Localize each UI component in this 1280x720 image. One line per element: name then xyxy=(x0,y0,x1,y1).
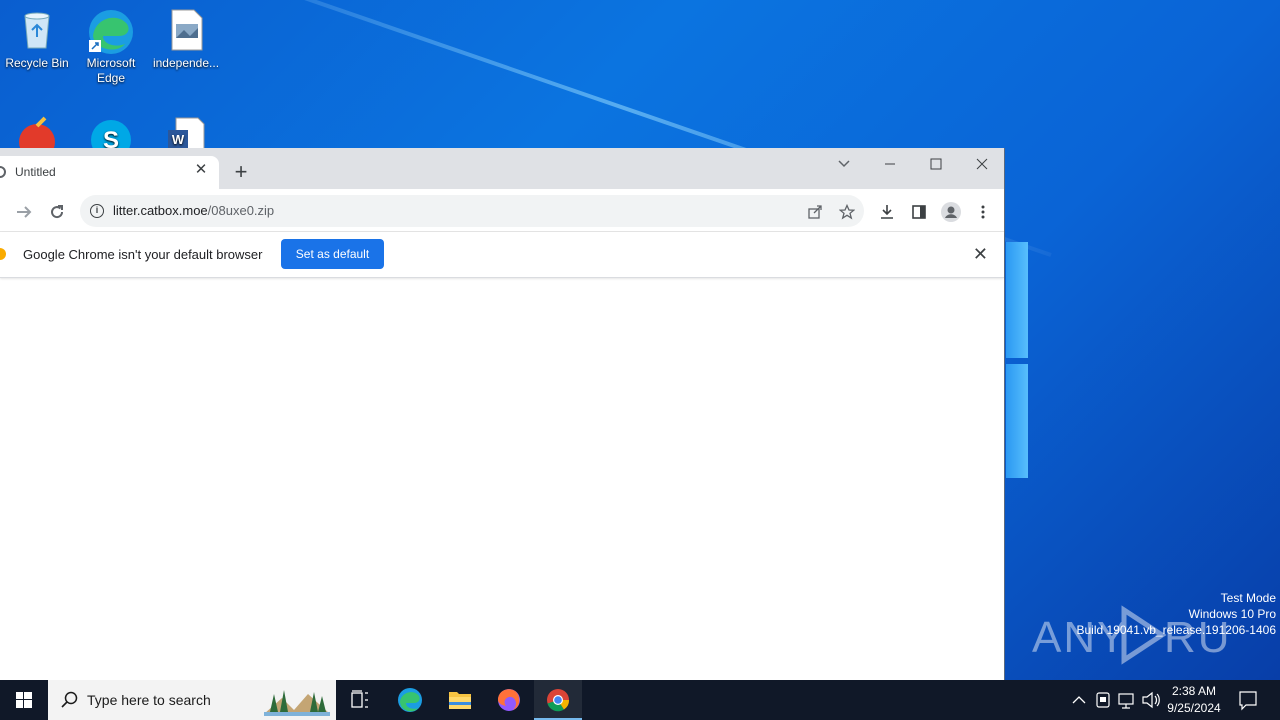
task-view-icon xyxy=(351,690,368,708)
edge-icon xyxy=(398,688,422,712)
windows-logo-pane-bottom xyxy=(1006,364,1028,478)
profile-avatar-icon[interactable] xyxy=(939,199,963,223)
address-bar[interactable]: i litter.catbox.moe/08uxe0.zip xyxy=(80,195,864,227)
tab-untitled[interactable]: Untitled ✕ xyxy=(0,156,219,189)
forward-button[interactable] xyxy=(12,199,36,223)
notification-icon xyxy=(1239,691,1257,711)
desktop-icon-label: Recycle Bin xyxy=(5,56,69,70)
firefox-icon xyxy=(498,689,520,711)
clock-date: 9/25/2024 xyxy=(1167,701,1221,715)
start-button[interactable] xyxy=(0,680,48,720)
infobar-message: Google Chrome isn't your default browser xyxy=(23,247,263,262)
tray-volume-icon[interactable] xyxy=(1140,680,1162,720)
download-icon[interactable] xyxy=(875,199,899,223)
side-panel-icon[interactable] xyxy=(907,199,931,223)
tab-search-chevron-icon[interactable] xyxy=(821,148,867,178)
desktop-icon-label: independe... xyxy=(152,56,220,70)
page-content xyxy=(0,278,1004,680)
tab-strip: Untitled ✕ + xyxy=(0,148,1004,189)
recycle-bin-icon xyxy=(15,8,59,52)
url-host: litter.catbox.moe xyxy=(113,203,208,218)
notification-center-button[interactable] xyxy=(1232,680,1280,720)
windows-logo-pane-top xyxy=(1006,242,1028,358)
watermark-line-1: Test Mode xyxy=(1220,591,1276,605)
search-highlight-scene-icon xyxy=(264,690,330,716)
set-as-default-button[interactable]: Set as default xyxy=(281,239,384,269)
folder-icon xyxy=(449,692,471,709)
taskbar-firefox-button[interactable] xyxy=(485,680,533,720)
browser-toolbar: i litter.catbox.moe/08uxe0.zip xyxy=(0,189,1004,232)
desktop-icon-edge[interactable]: Microsoft Edge xyxy=(74,8,148,86)
tab-close-icon[interactable]: ✕ xyxy=(193,162,209,178)
chrome-warning-icon xyxy=(0,248,6,260)
close-window-button[interactable] xyxy=(959,148,1005,178)
tray-device-icon[interactable] xyxy=(1092,680,1114,720)
search-placeholder: Type here to search xyxy=(87,692,211,708)
chrome-window: Untitled ✕ + i litter.catbox.moe/08uxe0.… xyxy=(0,148,1005,680)
reload-button[interactable] xyxy=(45,199,69,223)
desktop-icon-recycle-bin[interactable]: Recycle Bin xyxy=(0,8,74,71)
site-info-icon[interactable]: i xyxy=(90,204,104,218)
image-file-icon xyxy=(164,8,208,52)
tray-network-icon[interactable] xyxy=(1116,680,1138,720)
maximize-button[interactable] xyxy=(913,148,959,178)
tray-overflow-chevron-icon[interactable] xyxy=(1068,680,1090,720)
new-tab-button[interactable]: + xyxy=(229,161,253,185)
test-mode-watermark: Test Mode Windows 10 Pro Build 19041.vb_… xyxy=(1077,590,1277,638)
taskbar: Type here to search 2:38 AM 9/25/2024 xyxy=(0,680,1280,720)
clock-time: 2:38 AM xyxy=(1171,684,1217,698)
default-browser-infobar: Google Chrome isn't your default browser… xyxy=(0,232,1004,278)
tab-favicon-icon xyxy=(0,166,6,178)
desktop-icon-document[interactable]: independe... xyxy=(149,8,223,71)
svg-text:W: W xyxy=(172,132,185,147)
edge-icon xyxy=(89,8,133,54)
task-view-button[interactable] xyxy=(336,680,384,720)
chrome-icon xyxy=(547,689,570,712)
search-icon xyxy=(61,691,78,708)
watermark-line-3: Build 19041.vb_release.191206-1406 xyxy=(1076,623,1277,637)
url-path: /08uxe0.zip xyxy=(207,203,275,218)
address-bar-url[interactable]: litter.catbox.moe/08uxe0.zip xyxy=(113,203,274,218)
taskbar-search-box[interactable]: Type here to search xyxy=(48,680,336,720)
share-icon[interactable] xyxy=(803,199,827,223)
taskbar-chrome-button[interactable] xyxy=(534,680,582,720)
windows-start-icon xyxy=(16,692,32,708)
taskbar-file-explorer-button[interactable] xyxy=(436,680,484,720)
watermark-line-2: Windows 10 Pro xyxy=(1188,607,1276,621)
desktop-icon-label: Microsoft Edge xyxy=(86,56,136,85)
infobar-close-icon[interactable]: ✕ xyxy=(973,244,988,265)
taskbar-edge-button[interactable] xyxy=(386,680,434,720)
tab-title: Untitled xyxy=(15,165,56,179)
taskbar-clock[interactable]: 2:38 AM 9/25/2024 xyxy=(1163,683,1225,717)
bookmark-star-icon[interactable] xyxy=(835,199,859,223)
minimize-button[interactable] xyxy=(867,148,913,178)
chrome-menu-icon[interactable] xyxy=(971,199,995,223)
